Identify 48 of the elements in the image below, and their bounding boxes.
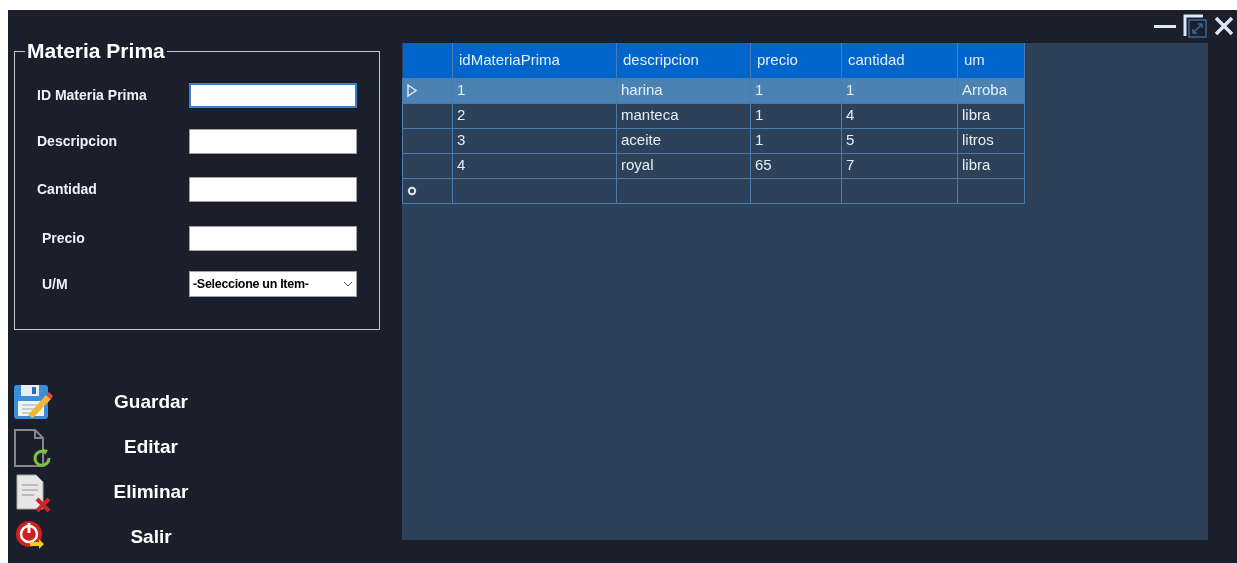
table-cell: royal <box>616 153 751 178</box>
action-button[interactable]: Editar <box>12 427 332 468</box>
action-button[interactable]: Salir <box>12 517 332 558</box>
field-label: Cantidad <box>37 179 97 199</box>
table-cell: harina <box>616 78 751 103</box>
table-cell: 65 <box>750 153 842 178</box>
table-cell: 5 <box>841 128 958 153</box>
caret-icon <box>343 281 353 287</box>
table-cell: aceite <box>616 128 751 153</box>
input-field[interactable] <box>189 176 357 202</box>
field-label: ID Materia Prima <box>37 85 147 105</box>
restore-icon[interactable] <box>1183 14 1207 38</box>
table-cell: 1 <box>750 78 842 103</box>
table-cell: libra <box>957 153 1025 178</box>
action-button[interactable]: Guardar <box>12 382 332 423</box>
action-button[interactable]: Eliminar <box>12 472 332 513</box>
table-cell: 4 <box>841 103 958 128</box>
input-field[interactable] <box>189 128 357 154</box>
field-label: Descripcion <box>37 131 118 151</box>
table-cell: 4 <box>452 153 617 178</box>
field-label: Precio <box>41 229 85 248</box>
row-pointer-icon <box>407 84 417 97</box>
input-field[interactable] <box>189 82 357 108</box>
column-header[interactable]: um <box>957 43 1025 78</box>
table-cell: 2 <box>452 103 617 128</box>
group-title: Materia Prima <box>26 40 166 62</box>
table-row[interactable]: 3 aceite 1 5 litros <box>402 128 1025 153</box>
table-row[interactable]: 1 harina 1 1 Arroba <box>402 78 1025 103</box>
table-cell: 3 <box>452 128 617 153</box>
column-header[interactable]: cantidad <box>841 43 958 78</box>
table-row[interactable]: 2 manteca 1 4 libra <box>402 103 1025 128</box>
input-field[interactable] <box>189 226 357 251</box>
table-cell: 1 <box>452 78 617 103</box>
table-cell: Arroba <box>957 78 1025 103</box>
column-header[interactable]: idMateriaPrima <box>452 43 617 78</box>
table-cell: 1 <box>750 103 842 128</box>
table-cell: 1 <box>841 78 958 103</box>
table-row[interactable]: 4 royal 65 7 libra <box>402 153 1025 178</box>
table-cell: 1 <box>750 128 842 153</box>
table-cell: manteca <box>616 103 751 128</box>
field-label: U/M <box>41 274 68 294</box>
dropdown[interactable]: -Seleccione un Item- <box>189 271 357 297</box>
table-cell: libra <box>957 103 1025 128</box>
table-cell: litros <box>957 128 1025 153</box>
new-row-icon <box>407 185 417 196</box>
table-cell: 7 <box>841 153 958 178</box>
column-header[interactable]: precio <box>750 43 842 78</box>
column-header[interactable]: descripcion <box>616 43 751 78</box>
